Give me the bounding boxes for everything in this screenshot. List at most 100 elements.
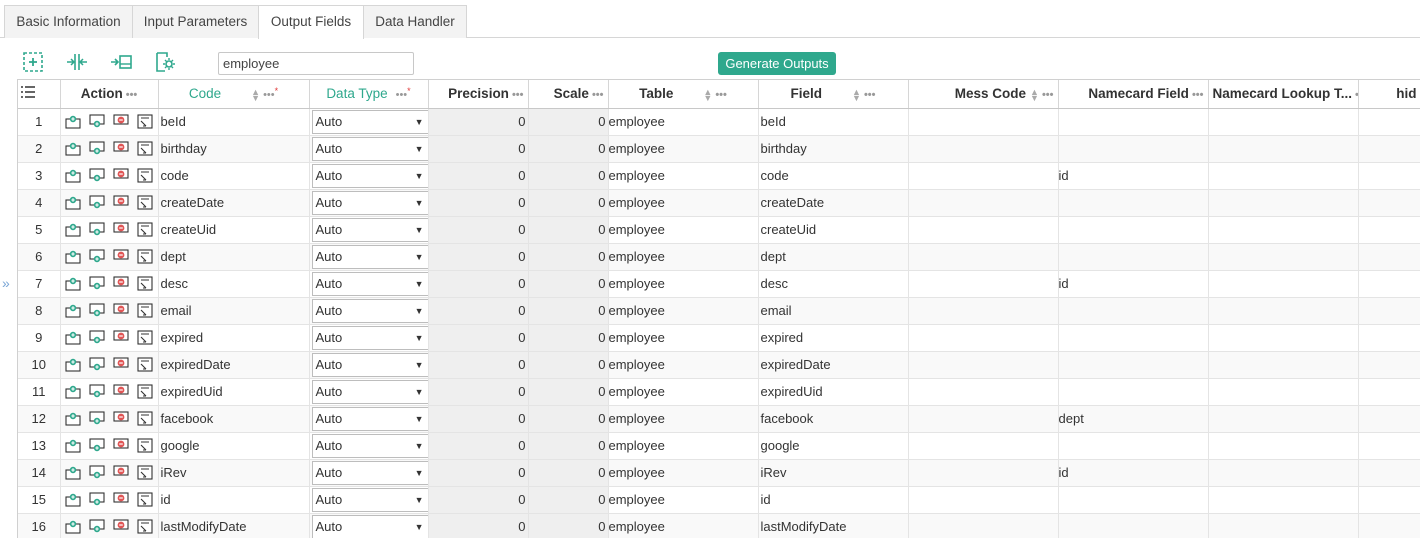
precision-cell[interactable]: 0 [428, 270, 529, 298]
hidden-cell[interactable] [1358, 162, 1420, 190]
precision-cell[interactable]: 0 [428, 324, 529, 352]
header-data-type[interactable]: Data Type •••* [309, 80, 429, 109]
field-cell[interactable]: email [758, 297, 909, 325]
scale-cell[interactable]: 0 [528, 459, 609, 487]
hidden-cell[interactable] [1358, 297, 1420, 325]
insert-above-icon[interactable] [64, 384, 81, 399]
insert-above-icon[interactable] [64, 357, 81, 372]
table-cell[interactable]: employee [608, 459, 759, 487]
edit-row-icon[interactable] [136, 438, 153, 453]
precision-cell[interactable]: 0 [428, 351, 529, 379]
namecard-field-cell[interactable] [1058, 324, 1209, 352]
scale-cell[interactable]: 0 [528, 324, 609, 352]
hidden-cell[interactable] [1358, 243, 1420, 271]
insert-above-icon[interactable] [64, 168, 81, 183]
delete-row-icon[interactable] [112, 411, 129, 426]
code-cell[interactable]: createDate [158, 189, 310, 217]
delete-row-icon[interactable] [112, 492, 129, 507]
namecard-lookup-cell[interactable] [1208, 297, 1359, 325]
data-type-select[interactable]: Auto ▼ [311, 109, 427, 134]
mess-code-cell[interactable] [908, 243, 1059, 271]
insert-above-icon[interactable] [64, 114, 81, 129]
code-cell[interactable]: createUid [158, 216, 310, 244]
hidden-cell[interactable] [1358, 216, 1420, 244]
mess-code-cell[interactable] [908, 351, 1059, 379]
insert-below-icon[interactable] [88, 114, 105, 129]
edit-row-icon[interactable] [136, 357, 153, 372]
namecard-field-cell[interactable]: id [1058, 162, 1209, 190]
edit-row-icon[interactable] [136, 222, 153, 237]
generate-outputs-button[interactable]: Generate Outputs [718, 52, 836, 75]
hidden-cell[interactable] [1358, 189, 1420, 217]
mess-code-cell[interactable] [908, 216, 1059, 244]
namecard-field-cell[interactable] [1058, 513, 1209, 538]
table-row[interactable]: 7 desc Auto ▼ 0 0 employee desc id [18, 270, 1420, 298]
table-row[interactable]: 6 dept Auto ▼ 0 0 employee dept [18, 243, 1420, 271]
field-cell[interactable]: beId [758, 108, 909, 136]
namecard-lookup-cell[interactable] [1208, 324, 1359, 352]
namecard-lookup-cell[interactable] [1208, 189, 1359, 217]
code-cell[interactable]: expiredDate [158, 351, 310, 379]
delete-row-icon[interactable] [112, 438, 129, 453]
import-icon[interactable] [109, 50, 133, 74]
header-field[interactable]: Field ▲ ▼ ••• [758, 80, 909, 109]
namecard-lookup-cell[interactable] [1208, 405, 1359, 433]
insert-above-icon[interactable] [64, 519, 81, 534]
namecard-field-cell[interactable] [1058, 243, 1209, 271]
insert-above-icon[interactable] [64, 465, 81, 480]
edit-row-icon[interactable] [136, 195, 153, 210]
table-cell[interactable]: employee [608, 324, 759, 352]
precision-cell[interactable]: 0 [428, 513, 529, 538]
edit-row-icon[interactable] [136, 114, 153, 129]
code-cell[interactable]: id [158, 486, 310, 514]
table-row[interactable]: 10 expiredDate Auto ▼ 0 0 employee expire… [18, 351, 1420, 379]
data-type-select[interactable]: Auto ▼ [311, 325, 427, 350]
mess-code-cell[interactable] [908, 378, 1059, 406]
code-cell[interactable]: expired [158, 324, 310, 352]
field-cell[interactable]: expiredDate [758, 351, 909, 379]
field-cell[interactable]: google [758, 432, 909, 460]
namecard-lookup-cell[interactable] [1208, 351, 1359, 379]
scale-cell[interactable]: 0 [528, 189, 609, 217]
hidden-cell[interactable] [1358, 108, 1420, 136]
insert-below-icon[interactable] [88, 492, 105, 507]
mess-code-cell[interactable] [908, 189, 1059, 217]
data-type-select[interactable]: Auto ▼ [311, 190, 427, 215]
data-type-select[interactable]: Auto ▼ [311, 136, 427, 161]
data-type-select[interactable]: Auto ▼ [311, 244, 427, 269]
table-cell[interactable]: employee [608, 405, 759, 433]
table-cell[interactable]: employee [608, 432, 759, 460]
code-cell[interactable]: email [158, 297, 310, 325]
table-row[interactable]: 8 email Auto ▼ 0 0 employee email [18, 297, 1420, 325]
namecard-field-cell[interactable] [1058, 432, 1209, 460]
delete-row-icon[interactable] [112, 249, 129, 264]
insert-below-icon[interactable] [88, 330, 105, 345]
namecard-field-cell[interactable]: id [1058, 459, 1209, 487]
table-row[interactable]: 13 google Auto ▼ 0 0 employee google [18, 432, 1420, 460]
delete-row-icon[interactable] [112, 276, 129, 291]
scale-cell[interactable]: 0 [528, 216, 609, 244]
header-precision[interactable]: Precision ••• [428, 80, 529, 109]
data-type-select[interactable]: Auto ▼ [311, 460, 427, 485]
delete-row-icon[interactable] [112, 465, 129, 480]
scale-cell[interactable]: 0 [528, 243, 609, 271]
scale-cell[interactable]: 0 [528, 162, 609, 190]
edit-row-icon[interactable] [136, 141, 153, 156]
hidden-cell[interactable] [1358, 135, 1420, 163]
table-row[interactable]: 1 beId Auto ▼ 0 0 employee beId [18, 108, 1420, 136]
precision-cell[interactable]: 0 [428, 486, 529, 514]
precision-cell[interactable]: 0 [428, 405, 529, 433]
insert-above-icon[interactable] [64, 249, 81, 264]
expand-panel-icon[interactable]: » [2, 275, 10, 291]
header-scale[interactable]: Scale ••• [528, 80, 609, 109]
data-type-select[interactable]: Auto ▼ [311, 379, 427, 404]
scale-cell[interactable]: 0 [528, 486, 609, 514]
delete-row-icon[interactable] [112, 114, 129, 129]
precision-cell[interactable]: 0 [428, 243, 529, 271]
table-cell[interactable]: employee [608, 513, 759, 538]
table-cell[interactable]: employee [608, 378, 759, 406]
table-row[interactable]: 9 expired Auto ▼ 0 0 employee expired [18, 324, 1420, 352]
namecard-lookup-cell[interactable] [1208, 108, 1359, 136]
field-cell[interactable]: desc [758, 270, 909, 298]
field-cell[interactable]: code [758, 162, 909, 190]
